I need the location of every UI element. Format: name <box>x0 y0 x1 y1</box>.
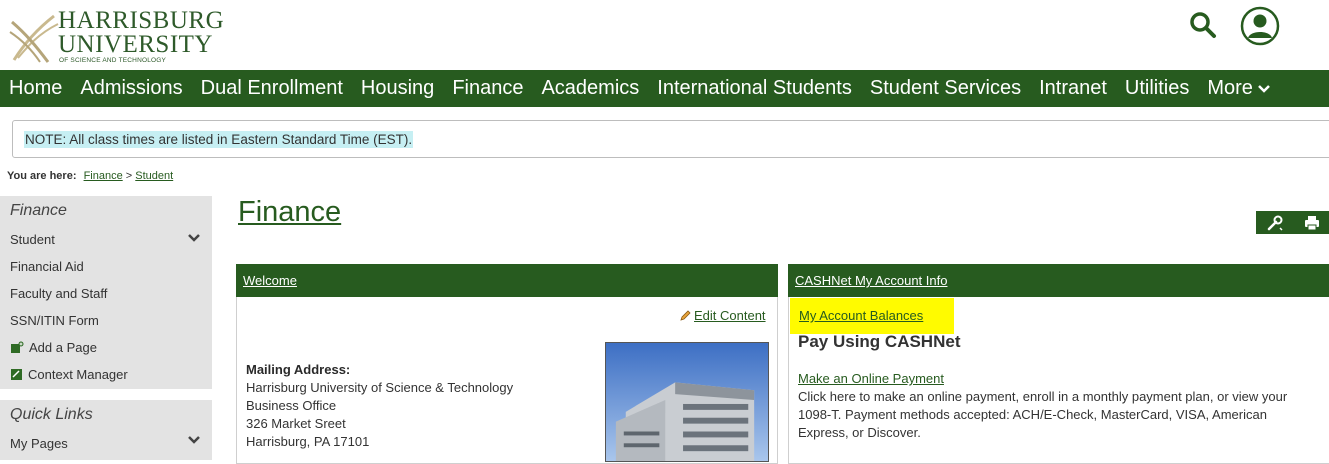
nav-item-more[interactable]: More <box>1207 77 1270 100</box>
user-account-icon[interactable] <box>1240 6 1280 46</box>
sidebar-item-ssn-itin[interactable]: SSN/ITIN Form <box>10 313 99 328</box>
sidebar-item-add-page[interactable]: Add a Page <box>10 340 97 355</box>
nav-item-international-students[interactable]: International Students <box>657 77 852 100</box>
edit-content-link[interactable]: Edit Content <box>679 308 766 323</box>
nav-item-housing[interactable]: Housing <box>361 77 434 100</box>
nav-item-finance[interactable]: Finance <box>452 77 523 100</box>
sidebar-item-my-pages[interactable]: My Pages <box>10 436 68 451</box>
sidebar-item-financial-aid[interactable]: Financial Aid <box>10 259 84 274</box>
sidebar-item-faculty-staff[interactable]: Faculty and Staff <box>10 286 107 301</box>
note-banner: NOTE: All class times are listed in East… <box>12 120 1329 158</box>
add-page-label: Add a Page <box>29 340 97 355</box>
building-photo <box>605 342 769 462</box>
cashnet-panel-title[interactable]: CASHNet My Account Info <box>795 273 947 288</box>
main-nav: Home Admissions Dual Enrollment Housing … <box>0 70 1329 107</box>
breadcrumb-separator: > <box>125 170 133 182</box>
mailing-address: Mailing Address: Harrisburg University o… <box>246 361 513 451</box>
quick-links-heading[interactable]: Quick Links <box>10 406 93 424</box>
chevron-down-icon[interactable] <box>187 233 201 243</box>
nav-more-label: More <box>1207 77 1253 99</box>
logo-mark-icon <box>9 14 59 63</box>
sidebar-section-finance: Finance Student Financial Aid Faculty an… <box>0 196 212 389</box>
account-balances-link[interactable]: My Account Balances <box>799 308 923 323</box>
nav-item-home[interactable]: Home <box>9 77 62 100</box>
pencil-icon <box>680 310 691 321</box>
breadcrumb: You are here: Finance > Student <box>7 170 173 182</box>
sidebar-heading[interactable]: Finance <box>10 202 67 220</box>
logo-text-line3: OF SCIENCE AND TECHNOLOGY <box>59 57 167 64</box>
welcome-panel-title[interactable]: Welcome <box>243 273 297 288</box>
nav-item-intranet[interactable]: Intranet <box>1039 77 1107 100</box>
nav-item-dual-enrollment[interactable]: Dual Enrollment <box>201 77 343 100</box>
site-header: HARRISBURG UNIVERSITY OF SCIENCE AND TEC… <box>0 0 1329 70</box>
welcome-panel: Welcome Edit Content Mailing Address: Ha… <box>236 264 778 464</box>
cashnet-panel-header: CASHNet My Account Info <box>788 264 1329 297</box>
sidebar-item-student[interactable]: Student <box>10 232 55 247</box>
payment-description: Click here to make an online payment, en… <box>798 389 1288 440</box>
edit-content-label: Edit Content <box>694 308 766 323</box>
nav-item-academics[interactable]: Academics <box>541 77 639 100</box>
breadcrumb-link-finance[interactable]: Finance <box>84 170 123 182</box>
nav-item-admissions[interactable]: Admissions <box>80 77 182 100</box>
address-line: Harrisburg, PA 17101 <box>246 434 370 449</box>
chevron-down-icon <box>1258 84 1270 93</box>
page-tools <box>1256 211 1329 234</box>
logo-text-line2: UNIVERSITY <box>58 31 213 58</box>
breadcrumb-label: You are here: <box>7 170 77 182</box>
pay-cashnet-heading: Pay Using CASHNet <box>798 332 961 351</box>
sidebar-section-quick-links: Quick Links My Pages <box>0 400 212 460</box>
nav-item-utilities[interactable]: Utilities <box>1125 77 1189 100</box>
address-line: Harrisburg University of Science & Techn… <box>246 380 514 395</box>
page-title[interactable]: Finance <box>238 196 341 229</box>
address-heading: Mailing Address: <box>246 362 351 377</box>
search-icon[interactable] <box>1188 10 1218 40</box>
cashnet-panel: CASHNet My Account Info My Account Balan… <box>788 264 1329 464</box>
sidebar-item-context-manager[interactable]: Context Manager <box>10 367 128 382</box>
chevron-down-icon[interactable] <box>187 435 201 445</box>
context-manager-label: Context Manager <box>28 367 128 382</box>
add-page-icon <box>11 341 24 353</box>
online-payment-link[interactable]: Make an Online Payment <box>798 371 944 386</box>
breadcrumb-link-student[interactable]: Student <box>135 170 173 182</box>
account-balances-highlight: My Account Balances <box>790 298 954 334</box>
wrench-icon[interactable] <box>1266 214 1284 232</box>
print-icon[interactable] <box>1303 214 1321 232</box>
nav-item-student-services[interactable]: Student Services <box>870 77 1021 100</box>
university-logo[interactable]: HARRISBURG UNIVERSITY OF SCIENCE AND TEC… <box>8 8 224 66</box>
address-line: 326 Market Sreet <box>246 416 346 431</box>
address-line: Business Office <box>246 398 337 413</box>
context-manager-icon <box>11 369 22 380</box>
note-text: NOTE: All class times are listed in East… <box>24 131 414 148</box>
welcome-panel-header: Welcome <box>236 264 778 297</box>
